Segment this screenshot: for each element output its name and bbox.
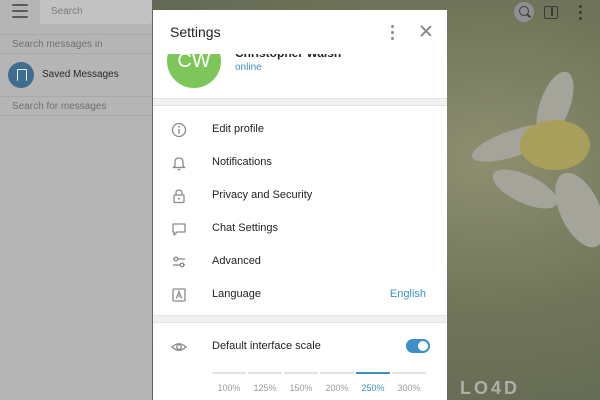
search-for-messages-label: Search for messages [0, 96, 152, 116]
saved-messages-chat[interactable]: Saved Messages [0, 58, 152, 92]
search-icon[interactable] [514, 2, 534, 22]
chat-bubble-icon [172, 223, 186, 236]
menu-item-notifications[interactable]: Notifications [153, 146, 447, 179]
page-title: Settings [170, 24, 221, 40]
section-divider [153, 98, 447, 106]
menu-item-label: Language [212, 288, 261, 300]
settings-more-icon[interactable] [383, 22, 403, 42]
scale-options: 100% 125% 150% 200% 250% 300% [212, 372, 428, 400]
menu-item-label: Notifications [212, 156, 272, 168]
profile-status: online [235, 62, 262, 73]
menu-item-edit-profile[interactable]: Edit profile [153, 113, 447, 146]
scale-option-125[interactable]: 125% [248, 372, 282, 400]
hamburger-menu-icon[interactable] [12, 4, 28, 18]
menu-item-privacy-security[interactable]: Privacy and Security [153, 179, 447, 212]
bookmark-icon [8, 62, 34, 88]
scale-option-100[interactable]: 100% [212, 372, 246, 400]
search-input[interactable]: Search [40, 0, 152, 24]
menu-item-label: Advanced [212, 255, 261, 267]
bell-icon [171, 157, 187, 171]
watermark-logo: LO4D [460, 378, 521, 398]
lock-icon [173, 189, 185, 204]
scale-option-300[interactable]: 300% [392, 372, 426, 400]
more-options-icon[interactable] [570, 2, 590, 22]
menu-item-advanced[interactable]: Advanced [153, 245, 447, 278]
menu-item-label: Edit profile [212, 123, 264, 135]
scale-option-250[interactable]: 250% [356, 372, 390, 400]
menu-item-interface-scale[interactable]: Default interface scale [153, 330, 447, 363]
settings-dialog: CW Christopher Walsh online Settings Edi… [153, 10, 447, 400]
scale-option-200[interactable]: 200% [320, 372, 354, 400]
chat-header-actions [500, 0, 600, 24]
menu-item-chat-settings[interactable]: Chat Settings [153, 212, 447, 245]
interface-scale-label: Default interface scale [212, 340, 321, 352]
settings-header: Settings [153, 10, 447, 54]
saved-messages-label: Saved Messages [42, 69, 119, 80]
eye-icon [171, 343, 187, 351]
close-icon[interactable] [416, 22, 436, 42]
menu-item-label: Privacy and Security [212, 189, 313, 201]
sliders-icon [173, 256, 185, 268]
interface-scale-toggle[interactable] [406, 339, 430, 353]
menu-item-label: Chat Settings [212, 222, 279, 234]
language-icon [172, 288, 186, 302]
section-divider [153, 315, 447, 323]
background-flower-center [520, 120, 590, 170]
scale-option-150[interactable]: 150% [284, 372, 318, 400]
side-panel-icon[interactable] [540, 2, 560, 22]
info-icon [171, 122, 187, 138]
language-value: English [389, 288, 426, 300]
search-messages-in-label: Search messages in [0, 34, 152, 54]
menu-item-language[interactable]: Language English [153, 278, 447, 311]
